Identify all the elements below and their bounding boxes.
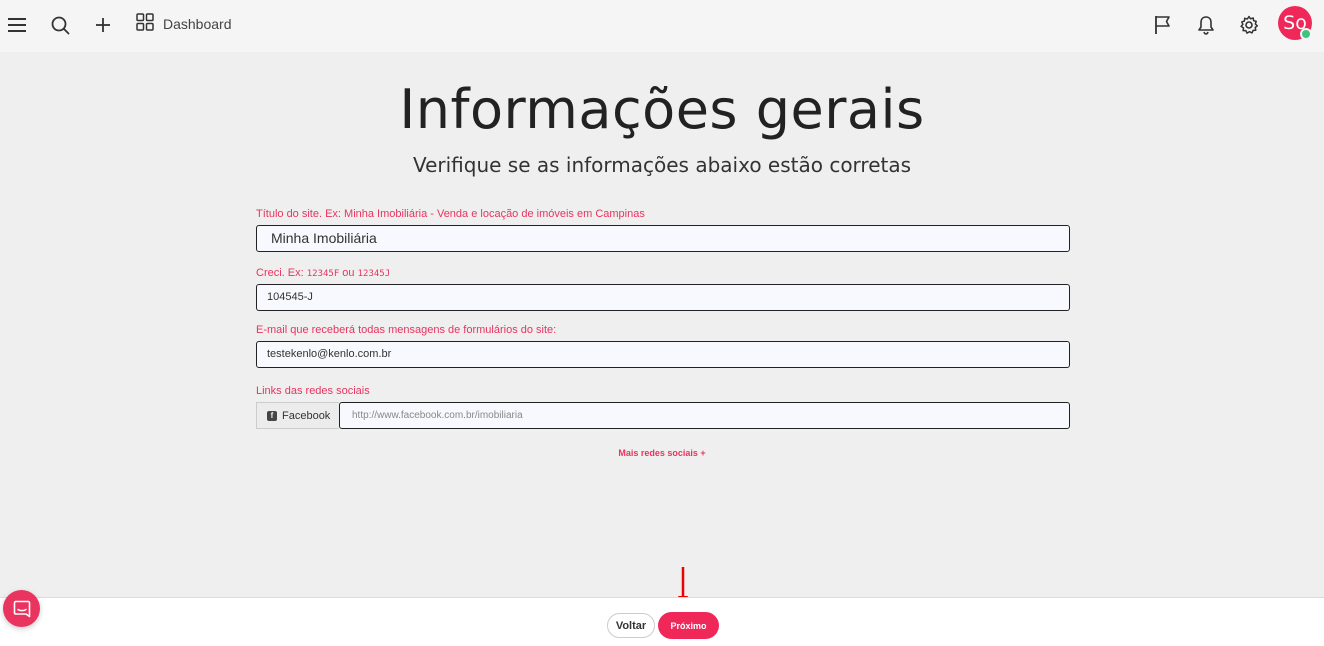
facebook-url-input[interactable]: http://www.facebook.com.br/imobiliaria xyxy=(339,402,1070,429)
email-label: E-mail que receberá todas mensagens de f… xyxy=(256,324,557,336)
creci-group: Creci. Ex: 12345F ou 12345J 104545-J xyxy=(256,267,1070,311)
top-bar: Dashboard So xyxy=(0,0,1324,52)
bell-icon[interactable] xyxy=(1191,10,1221,40)
online-status-dot xyxy=(1300,28,1312,40)
creci-label-prefix: Creci. Ex: xyxy=(256,267,307,279)
dashboard-link[interactable]: Dashboard xyxy=(136,12,232,36)
creci-label-mid: ou xyxy=(339,267,358,279)
site-title-label: Título do site. Ex: Minha Imobiliária - … xyxy=(256,208,645,220)
creci-input[interactable]: 104545-J xyxy=(256,284,1070,311)
plus-icon[interactable] xyxy=(88,10,118,40)
social-label: Links das redes sociais xyxy=(256,385,370,397)
facebook-icon: f xyxy=(267,410,277,421)
facebook-network-label: Facebook xyxy=(282,409,331,422)
email-group: E-mail que receberá todas mensagens de f… xyxy=(256,324,1070,368)
facebook-addon: f Facebook xyxy=(256,402,339,429)
creci-label: Creci. Ex: 12345F ou 12345J xyxy=(256,267,1070,280)
dashboard-label: Dashboard xyxy=(163,16,232,32)
page-subtitle: Verifique se as informações abaixo estão… xyxy=(412,153,912,177)
back-button[interactable]: Voltar xyxy=(607,613,655,638)
grid-icon xyxy=(136,12,154,36)
creci-example-2: 12345J xyxy=(357,269,391,279)
page-title: Informações gerais xyxy=(399,78,925,141)
email-input[interactable]: testekenlo@kenlo.com.br xyxy=(256,341,1070,368)
next-button[interactable]: Próximo xyxy=(658,612,719,639)
site-title-group: Título do site. Ex: Minha Imobiliária - … xyxy=(256,208,1070,252)
gear-icon[interactable] xyxy=(1234,10,1264,40)
facebook-field: f Facebook http://www.facebook.com.br/im… xyxy=(256,402,1070,429)
flag-icon[interactable] xyxy=(1148,10,1178,40)
more-social-link[interactable]: Mais redes sociais + xyxy=(0,448,1324,458)
site-title-input[interactable]: Minha Imobiliária xyxy=(256,225,1070,252)
search-icon[interactable] xyxy=(45,10,75,40)
creci-example-1: 12345F xyxy=(306,269,340,279)
hamburger-icon[interactable] xyxy=(2,10,32,40)
chat-icon xyxy=(13,600,30,617)
social-group: Links das redes sociais f Facebook http:… xyxy=(256,385,1070,429)
bottom-action-bar: Voltar Próximo xyxy=(0,597,1324,646)
chat-widget-button[interactable] xyxy=(3,590,40,627)
